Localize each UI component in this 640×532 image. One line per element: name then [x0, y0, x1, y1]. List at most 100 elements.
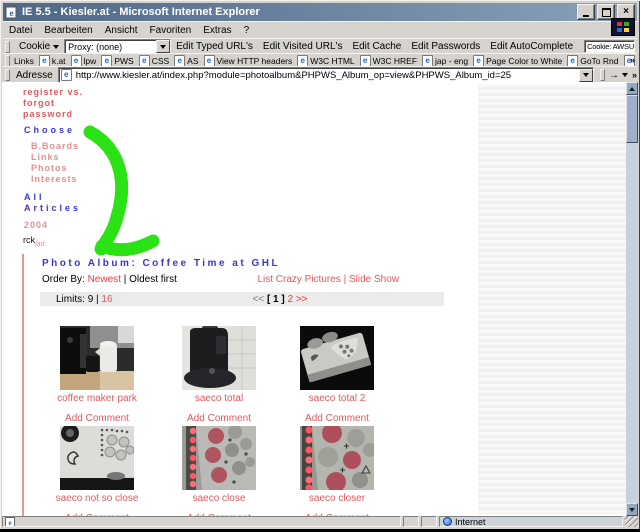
order-oldest-link[interactable]: Oldest first [129, 274, 177, 285]
cookie-value-field[interactable]: Cookie: AWSUSER_ID=awsuser_id10971391872… [584, 40, 635, 53]
page-viewport: register vs. forgot password Choose B.Bo… [2, 82, 626, 516]
ie-page-icon: e [71, 55, 82, 67]
menu-help[interactable]: ? [238, 24, 256, 37]
chevron-down-icon[interactable] [622, 73, 628, 77]
proxy-dropdown-button[interactable] [156, 40, 170, 53]
link-lpw[interactable]: elpw [71, 55, 97, 67]
minimize-icon [583, 15, 589, 17]
add-comment-link[interactable]: Add Comment [305, 413, 369, 424]
photo-caption[interactable]: saeco not so close [56, 493, 139, 504]
register-link[interactable]: register vs. [23, 87, 83, 97]
photo-caption[interactable]: saeco close [193, 493, 246, 504]
photo-cell: saeco not so close Add Comment [35, 426, 159, 516]
sidebar-year-link[interactable]: 2004 [24, 220, 48, 230]
links-overflow-chevron[interactable]: » [630, 55, 635, 65]
link-view-http-headers[interactable]: eView HTTP headers [204, 55, 293, 67]
go-button-zone: → » [598, 69, 637, 81]
go-arrow-icon[interactable]: → [609, 70, 619, 81]
proxy-select[interactable]: Proxy: (none) [64, 39, 171, 54]
link-goto-rnd[interactable]: eGoTo Rnd [567, 55, 618, 67]
internet-globe-icon [443, 517, 452, 526]
vertical-scrollbar[interactable] [626, 82, 638, 516]
link-as[interactable]: eAS [174, 55, 198, 67]
photo-cell: saeco total Add Comment [157, 326, 281, 424]
ie-page-icon: e [422, 55, 433, 67]
toolbar-grip[interactable] [5, 69, 10, 81]
photo-cell: saeco closer Add Comment [275, 426, 399, 516]
link-page-color-to-white[interactable]: ePage Color to White [473, 55, 562, 67]
limit-16-link[interactable]: 16 [101, 294, 112, 305]
edit-typed-urls-button[interactable]: Edit Typed URL's [171, 41, 258, 52]
photo-caption[interactable]: saeco closer [309, 493, 365, 504]
add-comment-link[interactable]: Add Comment [187, 413, 251, 424]
link-kat[interactable]: ek.at [39, 55, 66, 67]
ie-page-icon: e [101, 55, 112, 67]
ie-document-icon: e [5, 517, 15, 527]
photo-thumbnail-saeco-not-so-close[interactable] [60, 426, 134, 490]
menu-datei[interactable]: Datei [3, 24, 38, 37]
link-jap-eng[interactable]: ejap - eng [422, 55, 468, 67]
sidebar-item-photos[interactable]: Photos [31, 163, 68, 173]
link-w3c-html[interactable]: eW3C HTML [297, 55, 354, 67]
sidebar-item-interests[interactable]: Interests [31, 174, 78, 184]
sidebar-item-links[interactable]: Links [31, 152, 60, 162]
address-overflow-chevron[interactable]: » [632, 70, 637, 80]
menu-bearbeiten[interactable]: Bearbeiten [38, 24, 98, 37]
album-actions: List Crazy Pictures | Slide Show [199, 274, 399, 285]
forgot-link[interactable]: forgot [23, 98, 55, 108]
order-by-label: Order By: [42, 274, 85, 285]
photo-thumbnail-saeco-closer[interactable] [300, 426, 374, 490]
add-comment-link[interactable]: Add Comment [65, 413, 129, 424]
link-w3c-href[interactable]: eW3C HREF [360, 55, 417, 67]
photo-thumbnail-saeco-close[interactable] [182, 426, 256, 490]
all-articles-heading-line2: Articles [24, 203, 81, 213]
photo-caption[interactable]: saeco total [195, 393, 243, 404]
status-pane-1 [403, 516, 419, 527]
address-url[interactable]: http://www.kiesler.at/index.php?module=p… [74, 70, 579, 81]
toolbar-grip[interactable] [5, 55, 10, 67]
ie-page-icon: e [61, 69, 72, 81]
ie-window-icon: e [5, 6, 18, 19]
ie-page-icon: e [473, 55, 484, 67]
menu-favoriten[interactable]: Favoriten [144, 24, 198, 37]
toolbar-grip[interactable] [5, 41, 10, 53]
minimize-button[interactable] [577, 4, 595, 20]
pager-next[interactable]: >> [296, 294, 308, 305]
resize-grip[interactable] [625, 516, 638, 527]
photo-caption[interactable]: saeco total 2 [309, 393, 366, 404]
menu-bar: Datei Bearbeiten Ansicht Favoriten Extra… [3, 21, 637, 38]
sidebar-item-bboards[interactable]: B.Boards [31, 141, 79, 151]
ie-page-icon: e [139, 55, 150, 67]
svg-text:e: e [8, 519, 11, 527]
edit-cache-button[interactable]: Edit Cache [347, 41, 406, 52]
edit-autocomplete-button[interactable]: Edit AutoComplete [485, 41, 578, 52]
link-css[interactable]: eCSS [139, 55, 169, 67]
photo-caption[interactable]: coffee maker park [57, 393, 137, 404]
pager-page-2-link[interactable]: 2 [288, 294, 294, 305]
menu-extras[interactable]: Extras [197, 24, 237, 37]
slide-show-link[interactable]: Slide Show [349, 274, 399, 285]
password-link[interactable]: password [23, 109, 73, 119]
signature-subscript: lad [35, 241, 44, 248]
ie-throbber-logo [611, 18, 635, 36]
address-dropdown-button[interactable] [579, 69, 593, 82]
pager-prev[interactable]: << [252, 294, 264, 305]
toolbar-grip[interactable] [600, 69, 605, 81]
edit-visited-urls-button[interactable]: Edit Visited URL's [258, 41, 348, 52]
edit-passwords-button[interactable]: Edit Passwords [406, 41, 485, 52]
scroll-up-button[interactable] [626, 82, 638, 95]
photo-thumbnail-saeco-total[interactable] [182, 326, 256, 390]
photo-thumbnail-coffee-maker-park[interactable] [60, 326, 134, 390]
photo-thumbnail-saeco-total-2[interactable] [300, 326, 374, 390]
links-toolbar: Links ek.at elpw ePWS eCSS eAS eView HTT… [3, 53, 637, 67]
scroll-down-button[interactable] [626, 503, 638, 516]
address-field[interactable]: e http://www.kiesler.at/index.php?module… [58, 67, 594, 83]
links-label: Links [14, 56, 39, 66]
link-pws[interactable]: ePWS [101, 55, 133, 67]
scrollbar-thumb[interactable] [626, 95, 638, 143]
list-crazy-pictures-link[interactable]: List Crazy Pictures [257, 274, 340, 285]
status-bar: e Internet [2, 516, 638, 529]
cookie-menu-button[interactable]: Cookie [14, 41, 64, 52]
order-newest-link[interactable]: Newest [88, 274, 121, 285]
menu-ansicht[interactable]: Ansicht [99, 24, 144, 37]
